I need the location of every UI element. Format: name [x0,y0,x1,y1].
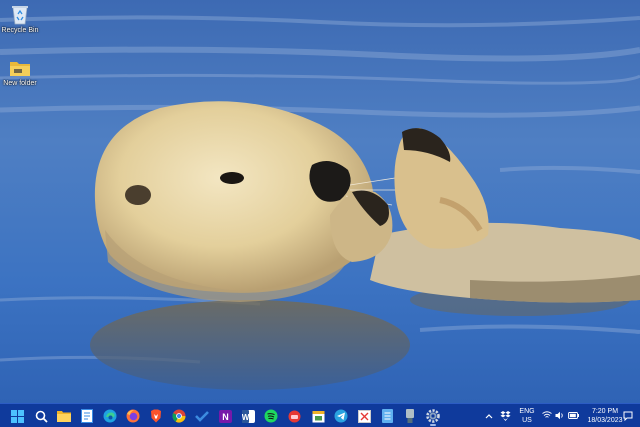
language-indicator[interactable]: ENG US [516,407,538,425]
tray-overflow-button[interactable] [482,406,496,426]
taskbar-red-app[interactable] [284,406,304,426]
snipping-tool-icon [357,409,371,423]
settings-gear-icon [426,409,440,423]
taskbar-brave[interactable] [146,406,166,426]
telegram-icon [334,409,348,423]
brave-icon [151,409,161,423]
notification-icon [623,411,633,421]
calendar-icon [312,410,324,422]
taskbar-settings[interactable] [423,406,443,426]
taskbar-telegram[interactable] [331,406,351,426]
search-button[interactable] [31,406,51,426]
volume-icon [555,411,563,420]
running-indicator [430,424,436,426]
taskbar: N W ENG US 7:20 PM 18/03/2023 [0,403,640,427]
desktop-icon-label: New folder [3,80,37,87]
tray-dropbox[interactable] [498,406,512,426]
taskbar-spotify[interactable] [261,406,281,426]
taskbar-device[interactable] [400,406,420,426]
wifi-icon [542,411,552,418]
taskbar-firefox[interactable] [123,406,143,426]
taskbar-onenote[interactable]: N [215,406,235,426]
taskbar-edge[interactable] [100,406,120,426]
notepad-icon [81,409,93,423]
edge-icon [103,409,117,423]
word-icon: W [241,409,255,423]
taskbar-word[interactable]: W [238,406,258,426]
chevron-up-icon [485,414,493,419]
start-button[interactable] [7,406,27,426]
usb-device-icon [406,409,414,423]
desktop-icon-recycle-bin[interactable]: Recycle Bin [0,3,42,35]
folder-icon [10,62,30,76]
desktop-icon-new-folder[interactable]: New folder [0,58,42,88]
todo-check-icon [195,411,209,422]
windows-start-icon [10,409,24,423]
taskbar-todo[interactable] [192,406,212,426]
taskbar-snipping-tool[interactable] [354,406,374,426]
search-icon [35,410,48,423]
svg-text:W: W [242,413,250,422]
chrome-icon [172,409,186,423]
desktop-icon-label: Recycle Bin [1,27,39,34]
taskbar-chrome[interactable] [169,406,189,426]
desktop-wallpaper [0,0,640,403]
file-explorer-icon [57,411,71,422]
dropbox-icon [500,411,510,421]
onenote-icon: N [218,409,232,423]
notification-button[interactable] [620,406,636,426]
firefox-icon [126,409,140,423]
notepad-blue-icon [381,409,393,423]
spotify-icon [264,409,278,423]
taskbar-notepad[interactable] [77,406,97,426]
taskbar-notepad-2[interactable] [377,406,397,426]
svg-text:N: N [222,412,229,422]
taskbar-calendar[interactable] [308,406,328,426]
red-app-icon [288,410,300,422]
system-status-group[interactable] [540,408,580,424]
recycle-bin-icon [12,6,28,25]
region-code: US [522,417,532,424]
language-code: ENG [519,408,535,415]
battery-icon [568,412,579,419]
taskbar-file-explorer[interactable] [54,406,74,426]
